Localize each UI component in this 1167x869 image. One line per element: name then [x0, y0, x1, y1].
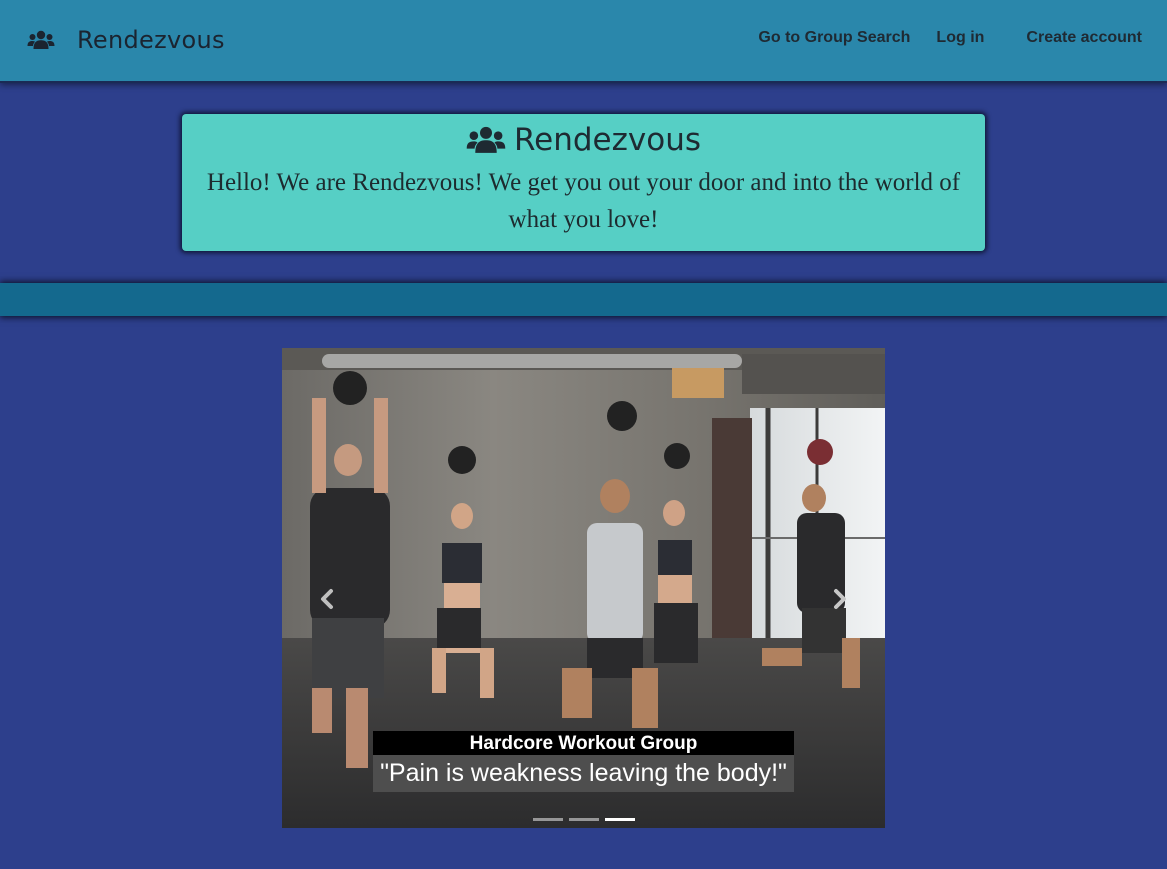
carousel-caption: Hardcore Workout Group "Pain is weakness…: [373, 731, 794, 792]
carousel-indicator[interactable]: [569, 818, 599, 821]
carousel-indicators: [533, 818, 641, 821]
create-account-link[interactable]: Create account: [1026, 29, 1142, 47]
hero-tagline: Hello! We are Rendezvous! We get you out…: [206, 169, 961, 233]
brand-name: Rendezvous: [77, 26, 225, 54]
login-link[interactable]: Log in: [936, 29, 984, 47]
chevron-right-icon: [834, 589, 846, 609]
image-carousel[interactable]: Hardcore Workout Group "Pain is weakness…: [282, 348, 885, 828]
users-icon: [466, 124, 506, 156]
top-navbar: Rendezvous Go to Group Search Log in Cre…: [0, 0, 1167, 83]
carousel-prev-button[interactable]: [315, 586, 339, 612]
carousel-indicator[interactable]: [605, 818, 635, 821]
caption-quote: "Pain is weakness leaving the body!": [373, 755, 794, 792]
hero-title: Rendezvous: [182, 120, 985, 160]
hero-title-text: Rendezvous: [514, 122, 701, 158]
nav-links: Go to Group Search Log in Create account: [758, 29, 1142, 47]
caption-title: Hardcore Workout Group: [373, 731, 794, 755]
carousel-next-button[interactable]: [828, 586, 852, 612]
carousel-indicator[interactable]: [533, 818, 563, 821]
group-search-link[interactable]: Go to Group Search: [758, 29, 910, 47]
divider-band: [0, 283, 1167, 316]
users-icon: [27, 29, 55, 51]
brand[interactable]: Rendezvous: [27, 22, 225, 58]
hero-banner: Rendezvous Hello! We are Rendezvous! We …: [182, 114, 985, 251]
chevron-left-icon: [321, 589, 333, 609]
